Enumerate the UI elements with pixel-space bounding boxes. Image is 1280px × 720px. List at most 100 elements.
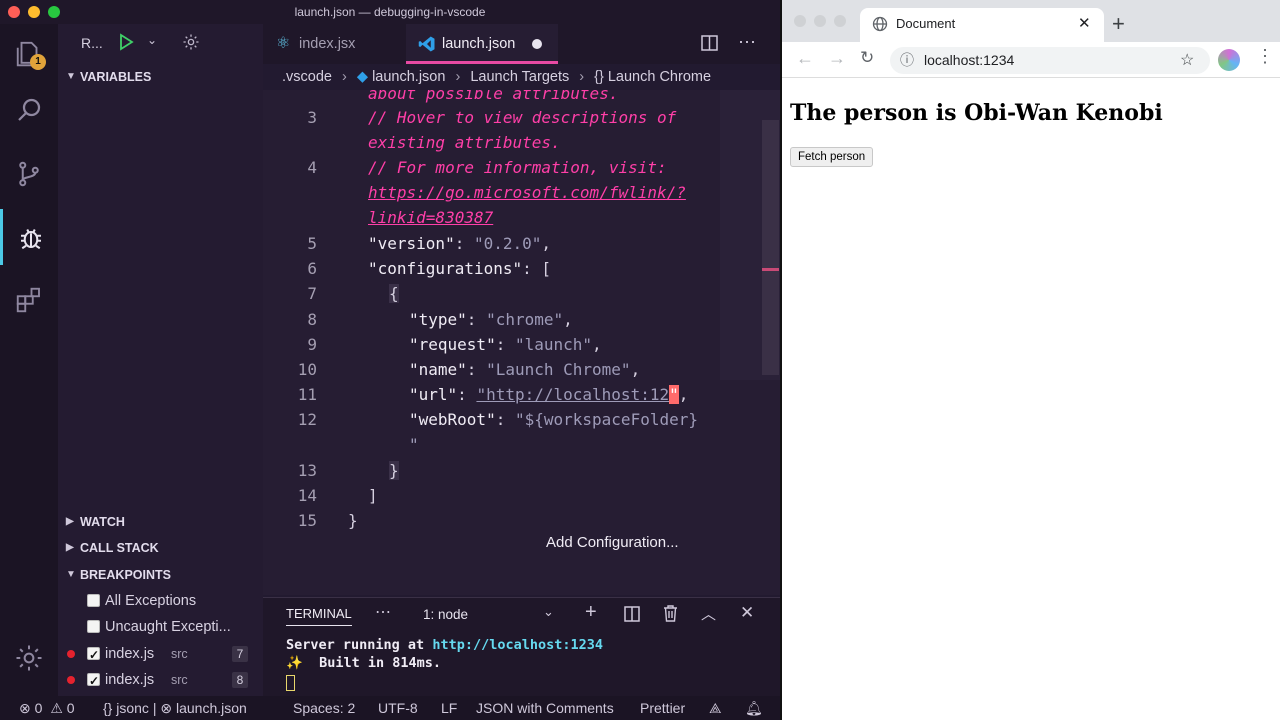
chevron-right-icon: ▶ (66, 516, 74, 527)
indentation-status[interactable]: Spaces: 2 (293, 696, 355, 720)
new-terminal-icon[interactable]: + (585, 601, 597, 624)
more-actions-icon[interactable]: ⋯ (375, 602, 391, 622)
breakpoint-item[interactable]: Uncaught Excepti... (58, 614, 263, 640)
breakpoint-checkbox[interactable] (87, 620, 100, 633)
language-mode-status[interactable]: JSON with Comments (476, 696, 614, 720)
chevron-down-icon[interactable]: ⌄ (543, 604, 554, 620)
trash-icon[interactable] (663, 605, 678, 627)
source-control-icon[interactable] (0, 146, 58, 202)
eol-status[interactable]: LF (441, 696, 457, 720)
back-arrow-icon[interactable]: ← (796, 48, 814, 69)
maximize-panel-icon[interactable]: ︿ (701, 603, 716, 624)
breakpoint-label: index.js (105, 646, 155, 662)
browser-tab-title: Document (896, 16, 956, 31)
breadcrumb-file[interactable]: launch.json (372, 69, 445, 85)
status-file: launch.json (175, 700, 247, 716)
menu-kebab-icon[interactable]: ⋮ (1256, 46, 1274, 67)
breakpoint-item[interactable]: index.js src 7 (58, 641, 263, 668)
activity-bar: 1 (0, 24, 58, 696)
explorer-icon[interactable]: 1 (0, 26, 58, 82)
live-share-icon[interactable]: ⟁ (709, 696, 722, 720)
breakpoint-label: All Exceptions (105, 593, 197, 609)
notifications-bell-icon[interactable]: 🔔︎ (745, 696, 763, 720)
open-launch-json-gear-icon[interactable] (182, 33, 200, 54)
prettier-status[interactable]: Prettier (640, 696, 685, 720)
breakpoint-item[interactable]: index.js src 8 (58, 667, 263, 694)
more-actions-icon[interactable]: ⋯ (738, 32, 756, 53)
error-icon: ⊗ (160, 700, 173, 716)
browser-toolbar: ← → ↻ ⓘ localhost:1234 ☆ ⋮ (782, 42, 1280, 78)
breadcrumb-folder[interactable]: .vscode (282, 69, 332, 85)
close-tab-icon[interactable]: ✕ (1078, 14, 1091, 32)
terminal-output-line: Server running at http://localhost:1234 (286, 637, 603, 653)
json-key: "name" (409, 360, 467, 379)
variables-section-header[interactable]: ▼ VARIABLES (58, 64, 263, 90)
terminal-select[interactable]: 1: node (423, 607, 468, 622)
split-terminal-icon[interactable] (624, 606, 640, 627)
unsaved-dot-icon (532, 39, 542, 49)
close-window-button[interactable] (794, 15, 806, 27)
breakpoints-section-header[interactable]: ▼ BREAKPOINTS (58, 562, 263, 588)
breakpoint-checkbox[interactable] (87, 642, 100, 668)
breadcrumb-section[interactable]: Launch Targets (470, 69, 569, 85)
add-configuration-button[interactable]: Add Configuration... (546, 534, 679, 551)
address-bar[interactable]: ⓘ localhost:1234 ☆ (890, 47, 1210, 74)
breakpoint-checkbox[interactable] (87, 668, 100, 694)
minimize-window-button[interactable] (814, 15, 826, 27)
status-bar: ⊗ 0 ⚠ 0 {} jsonc | ⊗ launch.json Spaces:… (0, 696, 780, 720)
breakpoint-checkbox[interactable] (87, 594, 100, 607)
debug-toolbar: R... ⌄ (58, 30, 263, 58)
react-file-icon: ⚛ (276, 35, 291, 52)
tab-launch-json[interactable]: launch.json (406, 24, 558, 64)
browser-tab[interactable]: Document ✕ (860, 8, 1104, 42)
json-key: "version" (368, 234, 455, 253)
breadcrumb-symbol[interactable]: Launch Chrome (608, 69, 711, 85)
run-and-debug-icon[interactable] (0, 209, 58, 265)
code-editor[interactable]: about possible attributes. 3 // Hover to… (263, 90, 780, 595)
call-stack-section-header[interactable]: ▶ CALL STACK (58, 535, 263, 561)
maximize-window-button[interactable] (834, 15, 846, 27)
close-panel-icon[interactable]: ✕ (740, 603, 754, 623)
tab-label: index.jsx (299, 36, 356, 52)
new-tab-icon[interactable]: + (1112, 11, 1125, 37)
bookmark-star-icon[interactable]: ☆ (1180, 47, 1194, 74)
forward-arrow-icon[interactable]: → (828, 48, 846, 69)
reload-icon[interactable]: ↻ (860, 48, 874, 68)
extensions-icon[interactable] (0, 272, 58, 328)
watch-section-header[interactable]: ▶ WATCH (58, 509, 263, 535)
terminal-link[interactable]: http://localhost:1234 (432, 637, 603, 653)
scrollbar-marker (762, 268, 779, 271)
code-link[interactable]: https://go.microsoft.com/fwlink/? (368, 183, 686, 202)
scrollbar-thumb[interactable] (762, 120, 779, 375)
search-icon[interactable] (0, 82, 58, 138)
terminal-output-line: ✨ Built in 814ms. (286, 655, 441, 671)
braces-icon: {} (103, 700, 113, 716)
breakpoint-item[interactable]: All Exceptions (58, 588, 263, 614)
close-window-button[interactable] (8, 6, 20, 18)
code-line: "version": "0.2.0", (368, 234, 552, 253)
info-icon[interactable]: ⓘ (900, 47, 914, 74)
split-editor-icon[interactable] (701, 35, 718, 56)
code-line: " (409, 435, 419, 454)
line-number: 4 (307, 158, 317, 177)
debug-config-label[interactable]: R... (81, 35, 103, 51)
manage-gear-icon[interactable] (0, 630, 58, 686)
line-number: 15 (297, 511, 317, 530)
language-status[interactable]: {} jsonc | ⊗ launch.json (103, 696, 247, 720)
titlebar: launch.json — debugging-in-vscode (0, 0, 780, 24)
code-line: } (348, 511, 358, 530)
tab-terminal[interactable]: TERMINAL (286, 606, 352, 626)
tab-index-jsx[interactable]: ⚛ index.jsx (263, 24, 406, 64)
code-link[interactable]: linkid=830387 (368, 208, 493, 227)
encoding-status[interactable]: UTF-8 (378, 696, 418, 720)
chevron-down-icon[interactable]: ⌄ (147, 33, 157, 47)
profile-avatar[interactable] (1218, 49, 1240, 71)
start-debugging-icon[interactable] (118, 33, 134, 54)
fetch-person-button[interactable]: Fetch person (790, 147, 874, 167)
maximize-window-button[interactable] (48, 6, 60, 18)
chevron-right-icon: › (455, 69, 461, 85)
minimize-window-button[interactable] (28, 6, 40, 18)
problems-status[interactable]: ⊗ 0 ⚠ 0 (19, 696, 75, 720)
chevron-right-icon: › (342, 69, 347, 85)
warning-count: 0 (66, 700, 75, 716)
